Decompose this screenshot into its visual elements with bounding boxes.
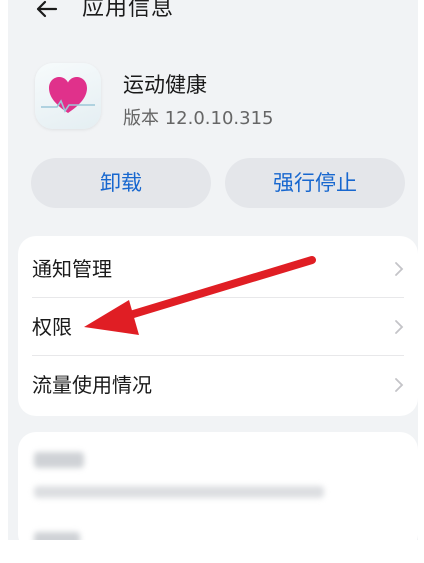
settings-item-data-usage[interactable]: 流量使用情况 [18,356,418,414]
app-info-screen: 应用信息 运动健康 版本 12.0.10.315 卸载 强行停止 通知管理 权限… [8,0,418,540]
blurred-text [34,486,324,498]
app-icon [35,63,101,129]
settings-item-notifications[interactable]: 通知管理 [18,240,418,298]
app-name: 运动健康 [123,73,207,97]
heart-icon [41,77,95,113]
settings-item-permissions[interactable]: 权限 [18,298,418,356]
top-bar: 应用信息 [8,0,418,32]
settings-card: 通知管理 权限 流量使用情况 [18,236,418,416]
settings-item-label: 通知管理 [32,257,112,281]
chevron-right-icon [395,320,404,334]
settings-item-label: 流量使用情况 [32,373,152,397]
settings-item-label: 权限 [32,315,72,339]
app-version: 版本 12.0.10.315 [123,108,274,129]
page-title: 应用信息 [82,0,175,21]
obscured-settings-card [18,432,418,540]
chevron-right-icon [395,262,404,276]
uninstall-button[interactable]: 卸载 [31,158,211,208]
force-stop-button[interactable]: 强行停止 [225,158,405,208]
blurred-text [34,532,80,540]
blurred-text [34,452,84,468]
chevron-right-icon [395,378,404,392]
back-arrow-icon[interactable] [30,0,64,26]
